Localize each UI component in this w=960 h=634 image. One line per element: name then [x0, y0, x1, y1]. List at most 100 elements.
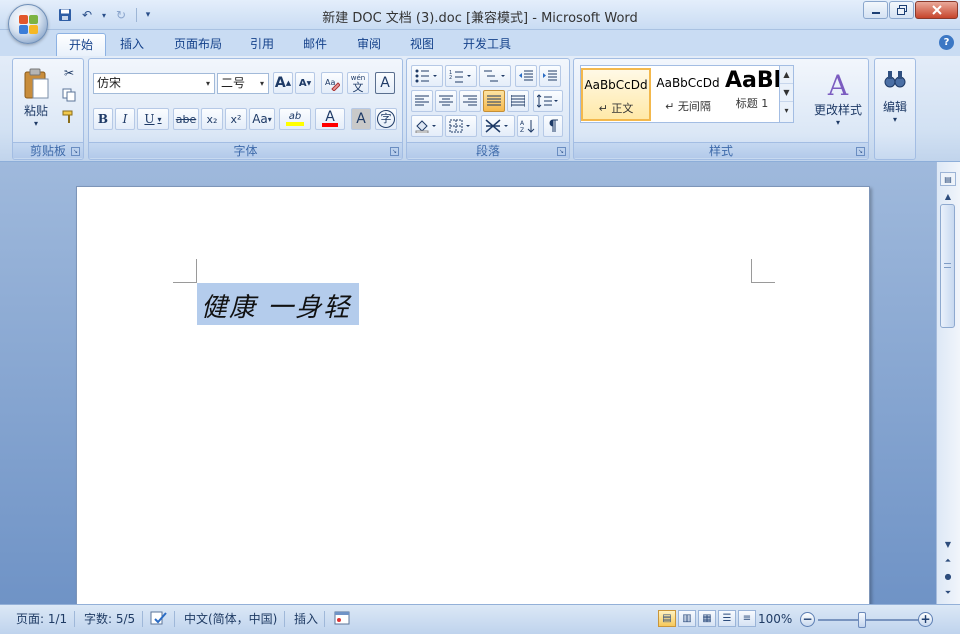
show-marks-icon[interactable] — [543, 115, 563, 137]
zoom-in-icon[interactable]: + — [918, 612, 933, 627]
help-icon[interactable]: ? — [939, 35, 954, 50]
style-heading-1[interactable]: AaBb 标题 1 — [725, 68, 779, 121]
grow-font-button[interactable]: A ▲ — [273, 72, 293, 94]
font-name-dropdown-icon[interactable]: ▾ — [202, 74, 214, 93]
align-center-icon[interactable] — [435, 90, 457, 112]
gallery-scroll-up-icon[interactable]: ▲ — [780, 66, 793, 84]
tab-developer[interactable]: 开发工具 — [451, 33, 523, 56]
proofing-icon[interactable] — [150, 610, 168, 628]
scroll-down-icon[interactable]: ▼ — [940, 538, 956, 552]
strikethrough-label: abe — [175, 112, 197, 126]
outline-view-icon[interactable]: ☰ — [718, 610, 736, 627]
styles-dialog-launcher[interactable]: ↘ — [856, 147, 865, 156]
scroll-thumb[interactable] — [940, 204, 955, 328]
format-painter-icon[interactable] — [59, 108, 79, 126]
char-border-button[interactable]: A — [375, 72, 395, 94]
align-right-icon[interactable] — [459, 90, 481, 112]
bold-button[interactable]: B — [93, 108, 113, 130]
tab-insert[interactable]: 插入 — [108, 33, 156, 56]
restore-button[interactable] — [889, 1, 914, 19]
scroll-up-icon[interactable]: ▲ — [940, 190, 956, 204]
status-page[interactable]: 页面: 1/1 — [16, 610, 67, 628]
clipboard-dialog-launcher[interactable]: ↘ — [71, 147, 80, 156]
font-name-combo[interactable]: 仿宋 ▾ — [93, 73, 215, 94]
style-heading-1-preview: AaBb — [725, 68, 779, 93]
numbering-icon[interactable]: 12 — [445, 65, 477, 87]
change-case-button[interactable]: Aa ▾ — [249, 108, 275, 130]
sort-icon[interactable]: AZ — [517, 115, 539, 137]
tab-mailings[interactable]: 邮件 — [291, 33, 339, 56]
enclose-char-button[interactable]: 字 — [375, 108, 397, 130]
tab-view[interactable]: 视图 — [398, 33, 446, 56]
status-separator — [324, 611, 325, 627]
web-layout-view-icon[interactable]: ▦ — [698, 610, 716, 627]
phonetic-guide-button[interactable]: wén 文 — [347, 72, 369, 94]
tab-home[interactable]: 开始 — [56, 33, 107, 56]
status-insert-mode[interactable]: 插入 — [294, 610, 318, 628]
tab-references[interactable]: 引用 — [238, 33, 286, 56]
borders-icon[interactable] — [445, 115, 477, 137]
crop-mark-right — [751, 259, 775, 283]
print-layout-view-icon[interactable]: ▤ — [658, 610, 676, 627]
full-screen-reading-view-icon[interactable]: ▥ — [678, 610, 696, 627]
italic-button[interactable]: I — [115, 108, 135, 130]
superscript-button[interactable]: x² — [225, 108, 247, 130]
document-page[interactable]: 健康 一身轻 — [76, 186, 870, 616]
macro-record-icon[interactable] — [334, 610, 350, 628]
style-normal[interactable]: AaBbCcDd ↵ 正文 — [581, 68, 651, 121]
increase-indent-icon[interactable] — [539, 65, 561, 87]
editing-button[interactable]: 编辑 ▾ — [877, 63, 913, 153]
cut-icon[interactable]: ✂ — [59, 64, 79, 82]
distributed-icon[interactable] — [507, 90, 529, 112]
phonetic-char-label: 文 — [352, 81, 364, 94]
char-shading-button[interactable]: A — [351, 108, 371, 130]
ruler-toggle-icon[interactable]: ▤ — [940, 172, 956, 186]
align-left-icon[interactable] — [411, 90, 433, 112]
styles-group: AaBbCcDd ↵ 正文 AaBbCcDd ↵ 无间隔 AaBb 标题 1 ▲… — [573, 58, 869, 160]
shrink-font-button[interactable]: A ▼ — [295, 72, 315, 94]
style-normal-preview: AaBbCcDd — [584, 78, 648, 92]
previous-page-icon[interactable]: ⏶ — [940, 554, 956, 568]
font-dialog-launcher[interactable]: ↘ — [390, 147, 399, 156]
next-page-icon[interactable]: ⏷ — [940, 586, 956, 600]
line-spacing-icon[interactable] — [533, 90, 563, 112]
gallery-more-icon[interactable]: ▾ — [780, 102, 793, 120]
decrease-indent-icon[interactable] — [515, 65, 537, 87]
change-styles-button[interactable]: A 更改样式 ▾ — [810, 63, 866, 135]
multilevel-list-icon[interactable] — [479, 65, 511, 87]
justify-icon[interactable] — [483, 90, 505, 112]
minimize-button[interactable] — [863, 1, 888, 19]
editing-group: 编辑 ▾ — [874, 58, 916, 160]
status-language[interactable]: 中文(简体，中国) — [184, 610, 277, 628]
browse-object-icon[interactable]: ● — [940, 570, 956, 584]
shading-icon[interactable] — [411, 115, 443, 137]
zoom-slider-track[interactable] — [818, 619, 918, 621]
paste-button[interactable]: 粘贴 ▾ — [17, 63, 55, 133]
draft-view-icon[interactable]: ≡ — [738, 610, 756, 627]
office-button[interactable] — [8, 4, 48, 44]
highlight-button[interactable]: ab — [279, 108, 311, 130]
style-no-spacing[interactable]: AaBbCcDd ↵ 无间隔 — [653, 68, 723, 121]
underline-button[interactable]: U ▾ — [137, 108, 169, 130]
zoom-out-icon[interactable]: − — [800, 612, 815, 627]
chinese-layout-icon[interactable] — [481, 115, 515, 137]
subscript-button[interactable]: x₂ — [201, 108, 223, 130]
selected-document-text[interactable]: 健康 一身轻 — [197, 283, 360, 325]
zoom-level[interactable]: 100% — [758, 610, 792, 628]
font-size-combo[interactable]: 二号 ▾ — [217, 73, 269, 94]
strikethrough-button[interactable]: abe — [173, 108, 199, 130]
tab-review[interactable]: 审阅 — [345, 33, 393, 56]
tab-page-layout[interactable]: 页面布局 — [162, 33, 234, 56]
change-case-label: Aa — [252, 112, 268, 126]
vertical-scrollbar[interactable]: ▤ ▲ ▼ ⏶ ● ⏷ — [936, 162, 960, 604]
status-word-count[interactable]: 字数: 5/5 — [84, 610, 135, 628]
font-size-dropdown-icon[interactable]: ▾ — [256, 74, 268, 93]
clear-formatting-icon[interactable]: Aa — [321, 72, 343, 94]
gallery-scroll-down-icon[interactable]: ▼ — [780, 84, 793, 102]
font-color-button[interactable]: A — [315, 108, 345, 130]
zoom-slider-thumb[interactable] — [858, 612, 866, 628]
bullets-icon[interactable] — [411, 65, 443, 87]
paragraph-dialog-launcher[interactable]: ↘ — [557, 147, 566, 156]
close-button[interactable] — [915, 1, 958, 19]
copy-icon[interactable] — [59, 86, 79, 104]
